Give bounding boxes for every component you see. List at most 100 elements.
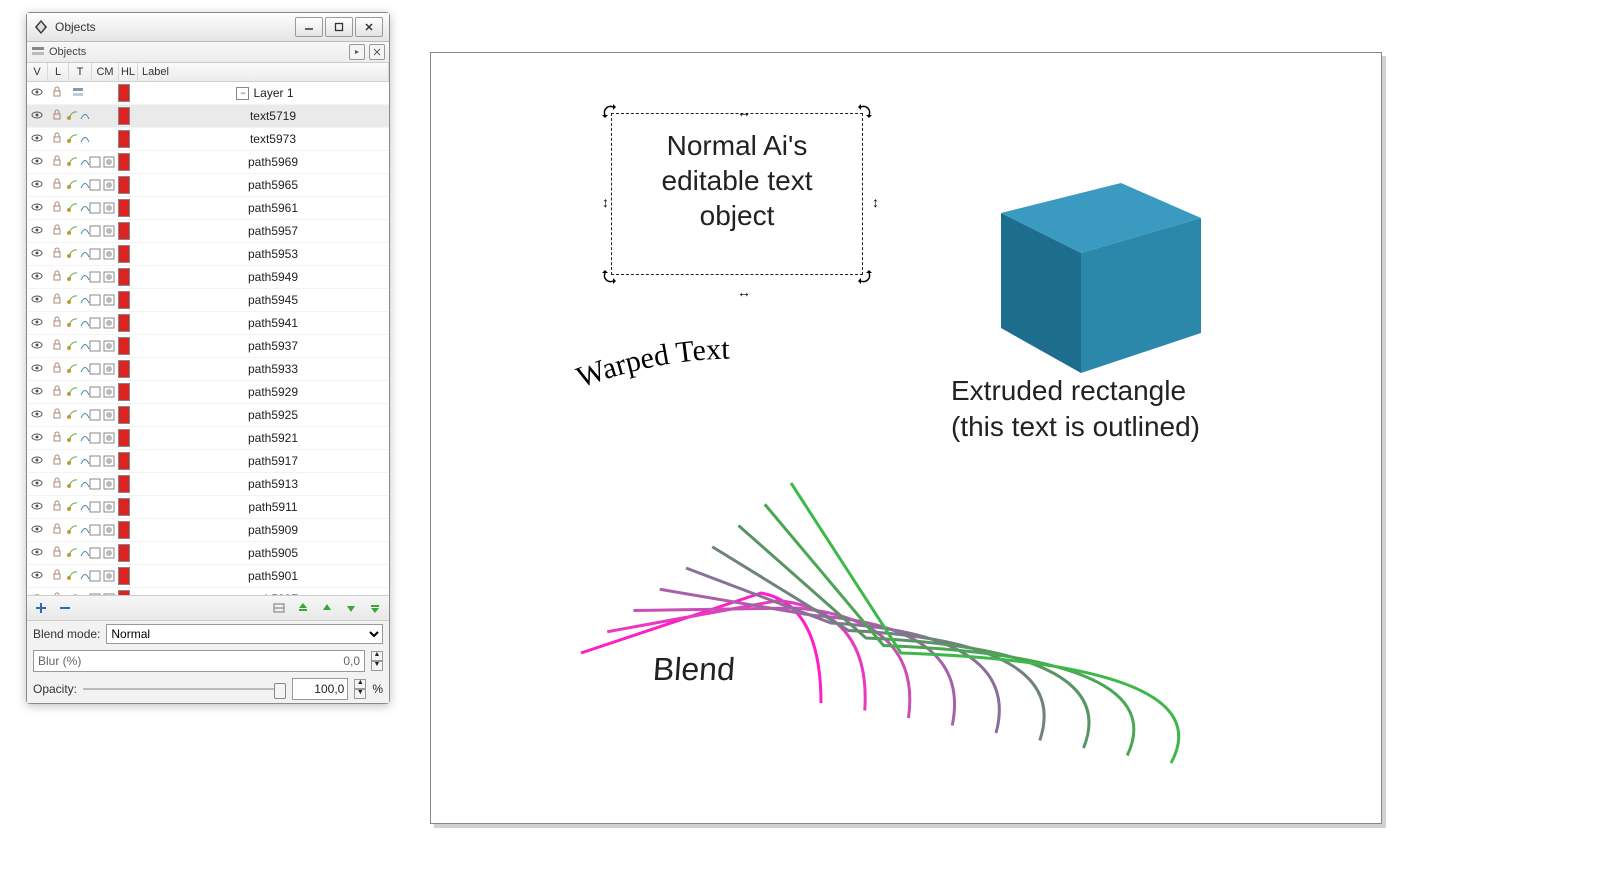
objects-tree[interactable]: − Layer 1 text5719text5973path5969path59… [27,82,389,596]
type-node-icon[interactable] [66,408,78,423]
object-row[interactable]: path5965 [27,174,389,197]
eye-icon[interactable] [31,86,43,101]
type-node-icon[interactable] [66,569,78,584]
highlight-swatch[interactable] [118,452,130,470]
object-row[interactable]: path5961 [27,197,389,220]
highlight-swatch[interactable] [118,176,130,194]
type-node-icon[interactable] [66,454,78,469]
object-row[interactable]: path5921 [27,427,389,450]
lock-icon[interactable] [51,86,63,101]
opacity-value[interactable]: 100,0 [292,678,348,700]
lock-icon[interactable] [51,178,63,193]
type-node-icon[interactable] [66,431,78,446]
eye-icon[interactable] [31,224,43,239]
lock-icon[interactable] [51,109,63,124]
object-row[interactable]: path5913 [27,473,389,496]
highlight-swatch[interactable] [118,199,130,217]
type-node-icon[interactable] [66,270,78,285]
object-row[interactable]: path5929 [27,381,389,404]
blend-mode-select[interactable]: Normal [106,624,383,644]
extruded-caption[interactable]: Extruded rectangle (this text is outline… [951,373,1200,446]
highlight-swatch[interactable] [118,153,130,171]
object-row[interactable]: path5909 [27,519,389,542]
highlight-swatch[interactable] [118,383,130,401]
rotate-handle-icon[interactable] [858,270,872,284]
eye-icon[interactable] [31,247,43,262]
eye-icon[interactable] [31,293,43,308]
eye-icon[interactable] [31,201,43,216]
highlight-swatch[interactable] [118,521,130,539]
object-row[interactable]: path5901 [27,565,389,588]
type-node-icon[interactable] [66,224,78,239]
highlight-swatch[interactable] [118,337,130,355]
eye-icon[interactable] [31,132,43,147]
lock-icon[interactable] [51,523,63,538]
extruded-cube-object[interactable] [961,163,1221,386]
type-node-icon[interactable] [66,247,78,262]
type-node-icon[interactable] [66,201,78,216]
eye-icon[interactable] [31,339,43,354]
add-layer-button[interactable] [33,600,49,616]
highlight-swatch[interactable] [118,314,130,332]
highlight-swatch[interactable] [118,498,130,516]
type-node-icon[interactable] [66,155,78,170]
col-visibility[interactable]: V [27,63,48,81]
titlebar[interactable]: Objects [27,13,389,42]
selection-box[interactable]: Normal Ai's editable text object ↔ ↔ ↕ ↕ [611,113,863,275]
object-row[interactable]: text5719 [27,105,389,128]
col-highlight[interactable]: HL [119,63,138,81]
highlight-swatch[interactable] [118,475,130,493]
lock-icon[interactable] [51,247,63,262]
warped-text-object[interactable]: Warped Text [571,333,851,393]
col-type[interactable]: T [69,63,92,81]
type-node-icon[interactable] [66,109,78,124]
eye-icon[interactable] [31,385,43,400]
eye-icon[interactable] [31,477,43,492]
type-node-icon[interactable] [66,178,78,193]
lock-icon[interactable] [51,408,63,423]
type-node-icon[interactable] [66,523,78,538]
lock-icon[interactable] [51,431,63,446]
object-row[interactable]: text5973 [27,128,389,151]
rotate-handle-icon[interactable] [602,270,616,284]
lock-icon[interactable] [51,477,63,492]
object-row[interactable]: path5937 [27,335,389,358]
eye-icon[interactable] [31,316,43,331]
col-lock[interactable]: L [48,63,69,81]
canvas[interactable]: Normal Ai's editable text object ↔ ↔ ↕ ↕… [430,52,1382,824]
minimize-button[interactable] [295,17,323,37]
lock-icon[interactable] [51,385,63,400]
lock-icon[interactable] [51,293,63,308]
lock-icon[interactable] [51,201,63,216]
type-node-icon[interactable] [66,293,78,308]
col-clipmask[interactable]: CM [92,63,119,81]
highlight-swatch[interactable] [118,268,130,286]
eye-icon[interactable] [31,431,43,446]
type-node-icon[interactable] [66,316,78,331]
eye-icon[interactable] [31,270,43,285]
type-node-icon[interactable] [66,339,78,354]
dock-detach-button[interactable] [349,44,365,60]
blur-input[interactable]: Blur (%) 0,0 [33,650,365,672]
type-node-icon[interactable] [66,362,78,377]
type-node-icon[interactable] [66,500,78,515]
rotate-handle-icon[interactable] [602,104,616,118]
type-node-icon[interactable] [66,477,78,492]
layer-row[interactable]: − Layer 1 [27,82,389,105]
lock-icon[interactable] [51,500,63,515]
object-row[interactable]: path5897 [27,588,389,596]
move-top-button[interactable] [295,600,311,616]
eye-icon[interactable] [31,109,43,124]
col-label[interactable]: Label [138,63,389,81]
object-row[interactable]: path5953 [27,243,389,266]
move-up-button[interactable] [319,600,335,616]
eye-icon[interactable] [31,546,43,561]
blend-object[interactable] [571,473,1191,753]
type-path-icon[interactable] [79,132,91,147]
eye-icon[interactable] [31,155,43,170]
opacity-spinner[interactable]: ▲▼ [354,679,366,699]
highlight-swatch[interactable] [118,291,130,309]
type-node-icon[interactable] [66,385,78,400]
object-row[interactable]: path5945 [27,289,389,312]
blend-step-path[interactable] [712,547,1044,741]
